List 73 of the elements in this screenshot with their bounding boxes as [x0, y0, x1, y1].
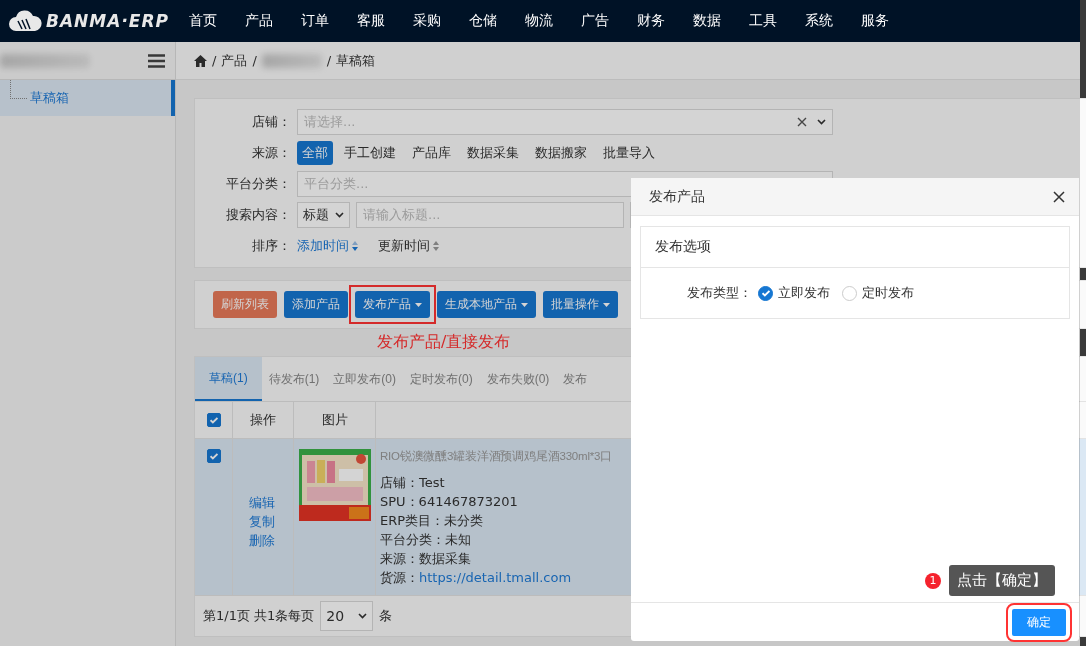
breadcrumb-separator: /: [252, 53, 257, 68]
product-detail: ERP类目：未分类: [380, 512, 484, 529]
chevron-down-icon: [358, 613, 368, 619]
column-header: 图片: [321, 411, 348, 429]
breadcrumb-separator: /: [326, 53, 332, 68]
cloud-logo-icon: [8, 9, 42, 33]
nav-item[interactable]: 广告: [567, 12, 623, 30]
nav-item[interactable]: 订单: [287, 12, 343, 30]
toolbar-button[interactable]: 添加产品: [284, 291, 348, 318]
product-detail: 平台分类：未知: [380, 531, 471, 548]
field-label: 平台分类：: [225, 175, 291, 193]
nav-item[interactable]: 仓储: [455, 12, 511, 30]
product-detail: SPU：641467873201: [380, 493, 518, 510]
pagination-unit: 条: [379, 607, 393, 625]
brand-logo-text: BANMA·ERP: [46, 11, 170, 31]
sort-icon[interactable]: [433, 241, 439, 251]
menu-icon[interactable]: [148, 53, 165, 68]
breadcrumb-separator: /: [212, 53, 217, 68]
chevron-down-icon: [335, 212, 344, 218]
source-filter-option[interactable]: 批量导入: [598, 141, 660, 165]
sort-option[interactable]: 更新时间: [378, 237, 439, 255]
nav-item[interactable]: 服务: [847, 12, 903, 30]
sort-option[interactable]: 添加时间: [297, 237, 358, 255]
chevron-down-icon: [817, 119, 826, 125]
nav-item[interactable]: 工具: [735, 12, 791, 30]
checkmark-icon: [209, 416, 218, 424]
page-size-select[interactable]: 20: [320, 601, 374, 631]
source-filter-option[interactable]: 全部: [297, 141, 333, 165]
nav-item[interactable]: 客服: [343, 12, 399, 30]
caret-icon: [521, 302, 528, 307]
section-title: 发布选项: [641, 227, 1069, 268]
source-filter-option[interactable]: 手工创建: [339, 141, 401, 165]
field-label: 发布类型：: [687, 284, 752, 302]
nav-item[interactable]: 系统: [791, 12, 847, 30]
clear-icon[interactable]: [797, 117, 807, 127]
pagination-summary: 第1/1页 共1条每页: [203, 607, 315, 625]
product-detail: 店铺：Test: [380, 474, 445, 491]
nav-item[interactable]: 首页: [175, 12, 231, 30]
field-label: 来源：: [251, 144, 291, 162]
source-filter-option[interactable]: 产品库: [407, 141, 456, 165]
checkmark-icon: [761, 289, 770, 297]
checkmark-icon: [209, 452, 218, 460]
field-label: 搜索内容：: [225, 206, 291, 224]
publish-type-radio[interactable]: 立即发布: [758, 284, 830, 302]
toolbar-button[interactable]: 发布产品: [355, 291, 430, 318]
breadcrumb-item[interactable]: 产品: [221, 51, 248, 70]
source-filter-option[interactable]: 数据搬家: [530, 141, 592, 165]
field-label: 排序：: [251, 237, 291, 255]
product-detail: 来源：数据采集: [380, 550, 471, 567]
row-checkbox[interactable]: [206, 449, 221, 463]
redacted-text: [261, 53, 322, 68]
source-filter-option[interactable]: 数据采集: [462, 141, 524, 165]
home-icon[interactable]: [194, 54, 207, 67]
caret-icon: [415, 302, 422, 307]
select-all-checkbox[interactable]: [206, 413, 221, 427]
toolbar-button[interactable]: 生成本地产品: [437, 291, 536, 318]
nav-item[interactable]: 采购: [399, 12, 455, 30]
nav-item[interactable]: 数据: [679, 12, 735, 30]
nav-item[interactable]: 财务: [623, 12, 679, 30]
search-type-select[interactable]: 标题: [297, 202, 350, 228]
tooltip-text: 点击【确定】: [949, 565, 1055, 596]
close-icon[interactable]: [1053, 190, 1065, 203]
product-detail: 货源：https://detail.tmall.com: [380, 569, 572, 586]
nav-item[interactable]: 产品: [231, 12, 287, 30]
sort-icon[interactable]: [352, 241, 358, 251]
field-label: 店铺：: [251, 113, 291, 131]
annotation-caption: 发布产品/直接发布: [377, 332, 512, 353]
caret-icon: [603, 302, 610, 307]
publish-type-radio[interactable]: 定时发布: [842, 284, 914, 302]
breadcrumb-item[interactable]: 草稿箱: [336, 51, 376, 70]
toolbar-button[interactable]: 批量操作: [543, 291, 618, 318]
column-header: 操作: [250, 411, 276, 429]
nav-item[interactable]: 物流: [511, 12, 567, 30]
